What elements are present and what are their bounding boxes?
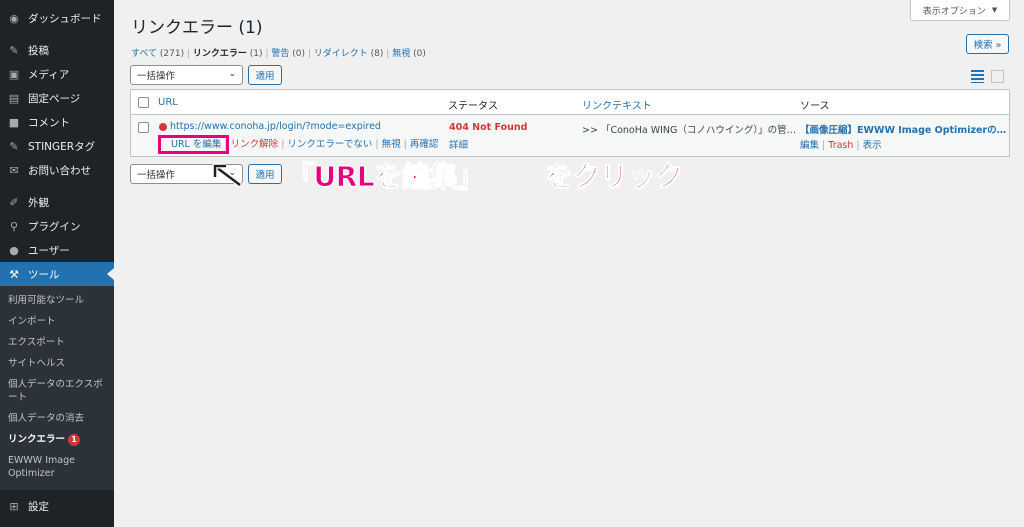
chevron-down-icon: ⌄ (228, 69, 236, 79)
submenu-ewww[interactable]: EWWW Image Optimizer (0, 450, 114, 484)
source-trash-action[interactable]: Trash (828, 140, 853, 151)
column-url[interactable]: URL (158, 97, 178, 108)
list-view-icon[interactable] (971, 70, 984, 83)
highlight-box (158, 135, 229, 154)
filter-warnings[interactable]: 警告 (271, 49, 289, 59)
submenu-available-tools[interactable]: 利用可能なツール (0, 290, 114, 311)
submenu-site-health[interactable]: サイトヘルス (0, 353, 114, 374)
apply-button-top[interactable]: 適用 (248, 65, 282, 85)
count-badge: 1 (68, 434, 81, 446)
settings-icon: ⊞ (9, 499, 19, 513)
sidebar-item-plugins[interactable]: ⚲ プラグイン (0, 214, 114, 238)
sidebar-item-settings[interactable]: ⊞ 設定 (0, 494, 114, 518)
sidebar-item-appearance[interactable]: ✐ 外観 (0, 190, 114, 214)
view-mode-switcher (971, 70, 1004, 83)
wrench-icon: ⚒ (9, 267, 19, 281)
sidebar-item-tools[interactable]: ⚒ ツール (0, 262, 114, 286)
admin-sidebar: ◉ ダッシュボード ✎ 投稿 ▣ メディア ▤ 固定ページ ■ コメント ✎ STINGER… (0, 0, 114, 527)
comment-icon: ■ (8, 115, 20, 129)
submenu-erase-personal-data[interactable]: 個人データの消去 (0, 408, 114, 429)
column-status: ステータス (448, 101, 498, 112)
source-actions: 編集 | Trash | 表示 (800, 140, 882, 151)
filter-redirects[interactable]: リダイレクト (314, 49, 368, 59)
submenu-broken-links[interactable]: リンクエラー 1 (0, 429, 114, 450)
pin-icon: ✎ (9, 139, 19, 153)
row-checkbox[interactable] (138, 122, 149, 133)
mail-icon: ✉ (9, 163, 19, 177)
table-row: https://www.conoha.jp/login/?mode=expire… (131, 115, 1009, 156)
submenu-export[interactable]: エクスポート (0, 332, 114, 353)
not-broken-action[interactable]: リンクエラーでない (287, 139, 372, 150)
excerpt-view-icon[interactable] (991, 70, 1004, 83)
column-source: ソース (800, 101, 830, 112)
user-icon: ● (9, 243, 19, 257)
brush-icon: ✐ (9, 195, 19, 209)
source-edit-action[interactable]: 編集 (800, 140, 819, 151)
ignore-action[interactable]: 無視 (382, 139, 401, 150)
status-text: 404 Not Found (449, 122, 528, 133)
links-table: URL ステータス リンクテキスト ソース https://www.conoha… (130, 89, 1010, 157)
sidebar-item-media[interactable]: ▣ メディア (0, 62, 114, 86)
bulk-action-select-top[interactable]: 一括操作 ⌄ (130, 65, 243, 85)
source-post-link[interactable]: 【画像圧縮】EWWW Image Optimizerの… (800, 122, 1006, 136)
media-icon: ▣ (8, 67, 20, 81)
search-button[interactable]: 検索 » (966, 34, 1009, 54)
sidebar-item-dashboard[interactable]: ◉ ダッシュボード (0, 6, 114, 30)
status-filters: すべて (271) | リンクエラー (1) | 警告 (0) | リダイレクト… (131, 49, 426, 59)
filter-ignored[interactable]: 無視 (392, 49, 410, 59)
annotation-text: 「URLを編集」 (285, 160, 485, 194)
pin-icon: ✎ (9, 43, 19, 57)
column-link-text[interactable]: リンクテキスト (582, 97, 652, 112)
sidebar-item-comments[interactable]: ■ コメント (0, 110, 114, 134)
submenu-import[interactable]: インポート (0, 311, 114, 332)
apply-button-bottom[interactable]: 適用 (248, 164, 282, 184)
filter-broken[interactable]: リンクエラー (193, 49, 247, 59)
recheck-action[interactable]: 再確認 (410, 139, 439, 150)
details-link[interactable]: 詳細 (449, 137, 468, 151)
sidebar-item-posts[interactable]: ✎ 投稿 (0, 38, 114, 62)
sidebar-item-users[interactable]: ● ユーザー (0, 238, 114, 262)
sidebar-item-stinger-tag[interactable]: ✎ STINGERタグ (0, 134, 114, 158)
caret-down-icon: ▼ (991, 6, 998, 14)
plugin-icon: ⚲ (9, 219, 19, 233)
table-header: URL ステータス リンクテキスト ソース (131, 90, 1009, 115)
sidebar-item-pages[interactable]: ▤ 固定ページ (0, 86, 114, 110)
unlink-action[interactable]: リンク解除 (231, 139, 279, 150)
select-all-checkbox[interactable] (138, 97, 149, 108)
tools-submenu: 利用可能なツール インポート エクスポート サイトヘルス 個人データのエクスポー… (0, 286, 114, 490)
page-icon: ▤ (8, 91, 20, 105)
filter-all[interactable]: すべて (131, 49, 157, 59)
broken-url-link[interactable]: https://www.conoha.jp/login/?mode=expire… (170, 121, 381, 132)
arrow-icon (212, 163, 242, 187)
warning-icon (159, 122, 167, 131)
link-text: >> 「ConoHa WING（コノハウイング）」の管… (582, 125, 797, 136)
screen-options-button[interactable]: 表示オプション ▼ (910, 0, 1010, 21)
page-title: リンクエラー (1) (131, 18, 263, 38)
source-view-action[interactable]: 表示 (863, 140, 882, 151)
sidebar-item-contact[interactable]: ✉ お問い合わせ (0, 158, 114, 182)
annotation-text-click: をクリック (545, 160, 684, 194)
dashboard-icon: ◉ (9, 11, 19, 25)
main-content: 表示オプション ▼ リンクエラー (1) すべて (271) | リンクエラー (… (114, 0, 1024, 527)
submenu-export-personal-data[interactable]: 個人データのエクスポート (0, 374, 114, 408)
